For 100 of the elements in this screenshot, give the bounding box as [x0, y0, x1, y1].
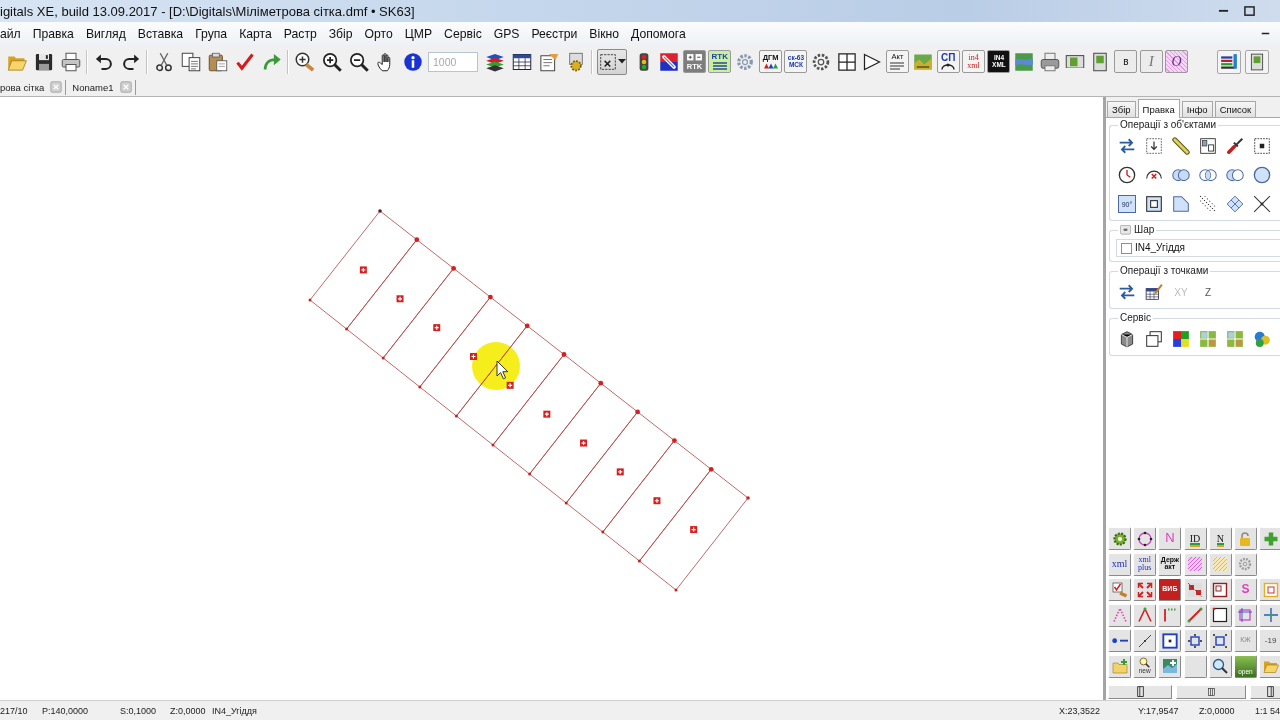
status-text: IN4_Угіддя: [212, 705, 257, 716]
menu-item[interactable]: Карта: [233, 26, 278, 41]
menu-item[interactable]: Растр: [277, 26, 323, 41]
sp-button[interactable]: СП: [936, 50, 960, 73]
selection-mode-dropdown[interactable]: [597, 48, 627, 75]
vertex-dot-icon: [598, 380, 604, 386]
group-title: Операції з точками: [1120, 265, 1209, 276]
document-tab[interactable]: Noname1: [72, 81, 114, 93]
tool-button[interactable]: xml: [1108, 552, 1131, 576]
menu-item[interactable]: Правка: [26, 26, 80, 41]
centroid-marker-icon: [690, 526, 698, 534]
vertex-dot-icon: [308, 298, 312, 302]
close-icon: [50, 81, 63, 93]
tool-button[interactable]: [1208, 629, 1232, 652]
gear-icon: [811, 51, 832, 72]
window-icon: [1199, 137, 1217, 155]
copy-icon: [180, 51, 201, 72]
panel-right-icon: [1266, 686, 1274, 698]
info-icon: [402, 51, 423, 72]
search-icon: [1212, 658, 1229, 674]
hatch-button[interactable]: O: [1165, 50, 1189, 73]
centroid-marker-icon: [543, 410, 551, 418]
vertex-dot-icon: [637, 559, 641, 563]
dotted-lines-icon: [1199, 195, 1217, 213]
tool-button[interactable]: [1208, 603, 1232, 627]
selection-icon: [598, 52, 617, 71]
letter-button[interactable]: в: [1114, 50, 1138, 73]
menu-item[interactable]: Вставка: [131, 26, 190, 41]
vertex-dot-icon: [524, 323, 530, 329]
zoom-in-icon: [294, 51, 315, 72]
collapse-icon: [1120, 225, 1131, 235]
layer-checkbox[interactable]: [1121, 242, 1132, 254]
layer-stack-icon: [1219, 52, 1238, 71]
tool-button[interactable]: [1133, 527, 1157, 550]
panel-tab[interactable]: Список: [1214, 101, 1257, 117]
zoom-in-icon: [321, 51, 342, 72]
vertex-dot-icon: [345, 327, 349, 331]
clock-icon: [1118, 166, 1136, 184]
tool-button[interactable]: -19: [1259, 629, 1280, 652]
diagonal-line-icon: [1187, 607, 1204, 623]
coordinate-button[interactable]: Z: [1197, 280, 1219, 304]
photo-grid-icon: [1199, 330, 1217, 348]
in4-xml-button[interactable]: in4 xml: [962, 50, 986, 73]
tool-button[interactable]: ID: [1183, 527, 1207, 550]
tool-button[interactable]: [1208, 578, 1232, 601]
image-plus-icon: [1161, 658, 1178, 674]
view-button[interactable]: [1176, 685, 1246, 699]
tool-button[interactable]: [1108, 629, 1131, 652]
vertex-dot-icon: [454, 414, 458, 418]
scissors-icon: [153, 51, 174, 72]
layer-name[interactable]: IN4_Угіддя: [1135, 242, 1185, 254]
panel-tab[interactable]: Збір: [1107, 101, 1136, 117]
tool-button[interactable]: [1133, 629, 1157, 652]
maximize-icon: [1243, 5, 1255, 17]
tool-button[interactable]: [1208, 654, 1232, 678]
menu-item[interactable]: Допомога: [625, 26, 692, 41]
grid-icon: [836, 51, 857, 72]
arc-node-icon: [940, 63, 957, 71]
menu-item[interactable]: Вигляд: [79, 26, 132, 41]
menu-item[interactable]: Група: [189, 26, 234, 41]
zoom-out-icon: [348, 51, 369, 72]
panel-tab[interactable]: Інфо: [1181, 101, 1213, 117]
tool-button[interactable]: [1183, 629, 1207, 652]
centroid-marker-icon: [359, 266, 367, 274]
italic-button[interactable]: I: [1139, 50, 1163, 73]
hatch-pattern-icon: [1212, 556, 1229, 572]
tool-button[interactable]: [1108, 527, 1131, 550]
menu-item[interactable]: Орто: [358, 26, 399, 41]
square-frame-icon: [1145, 195, 1163, 213]
rtk-list-button[interactable]: RTK: [708, 50, 732, 73]
menu-item[interactable]: Реєстри: [525, 26, 584, 41]
swap-arrows-icon: [1118, 137, 1136, 155]
menu-item[interactable]: Вікно: [583, 26, 626, 41]
vertex-dot-icon: [708, 466, 714, 472]
square-corners-icon: [1212, 632, 1229, 649]
tool-button[interactable]: [1158, 629, 1182, 652]
crop-frame-icon: [1237, 607, 1254, 623]
curved-arrow-icon: [261, 51, 282, 72]
tool-button[interactable]: xml plus: [1133, 552, 1157, 576]
pattern-icon: [1187, 581, 1204, 598]
tool-button[interactable]: N: [1208, 527, 1232, 550]
pencil-icon: [1172, 137, 1190, 155]
collapse-button[interactable]: [1120, 225, 1131, 235]
image-card-button[interactable]: [1245, 49, 1270, 74]
menu-item[interactable]: айл: [0, 26, 27, 41]
view-button[interactable]: [1108, 685, 1172, 699]
view-button[interactable]: [1250, 685, 1280, 699]
color-blobs-icon: [1253, 330, 1271, 348]
panel-tab[interactable]: Правка: [1137, 99, 1180, 118]
menu-item[interactable]: Збір: [322, 26, 359, 41]
menu-item[interactable]: Сервіс: [438, 26, 488, 41]
square-icon: [1212, 607, 1229, 623]
menu-item[interactable]: GPS: [487, 26, 526, 41]
document-tab[interactable]: рова сітка: [0, 81, 45, 93]
layer-stack-button[interactable]: [1216, 49, 1241, 74]
centroid-marker-icon: [616, 468, 624, 476]
status-text: S:0,1000: [120, 705, 158, 716]
corner-dots-icon: [1161, 607, 1178, 623]
menu-item[interactable]: ЦМР: [398, 26, 439, 41]
panel-left-icon: [1136, 686, 1144, 698]
